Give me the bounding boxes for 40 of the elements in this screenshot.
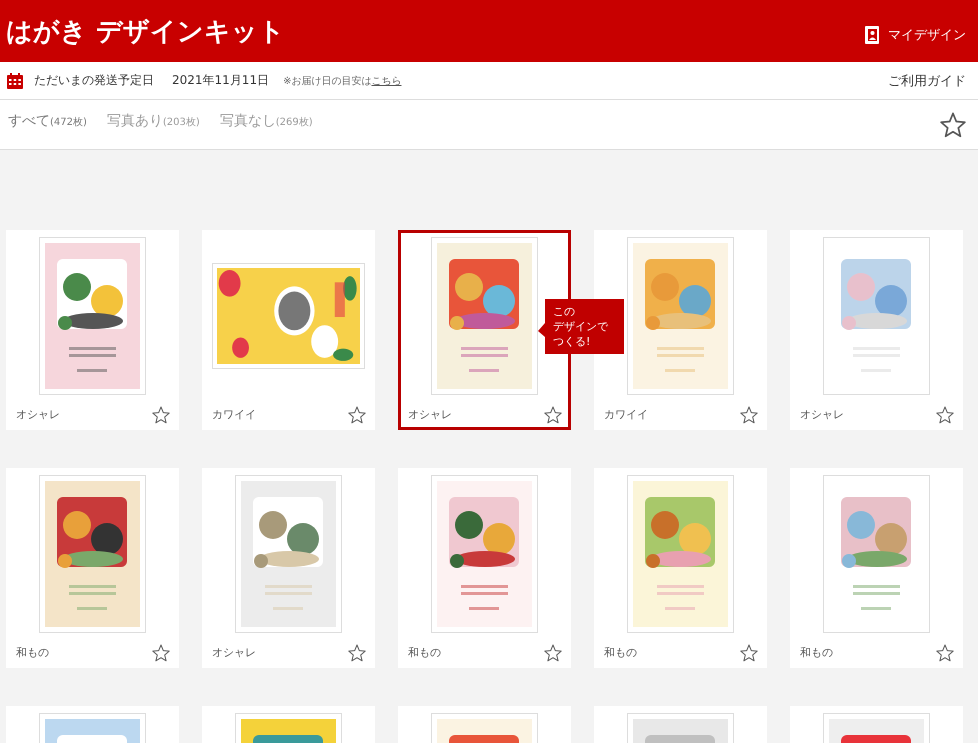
design-card[interactable]: カワイイ bbox=[202, 230, 375, 430]
category-label: 和もの bbox=[604, 645, 637, 660]
category-label: オシャレ bbox=[800, 407, 844, 422]
favorite-star-icon[interactable] bbox=[348, 406, 366, 424]
category-label: カワイイ bbox=[212, 407, 256, 422]
shipping-date-label: ただいまの発送予定日 bbox=[34, 72, 154, 89]
guide-link[interactable]: ご利用ガイド bbox=[888, 72, 966, 90]
filter-tab[interactable]: すべて(472枚) bbox=[8, 112, 87, 130]
category-label: 和もの bbox=[16, 645, 49, 660]
create-tooltip[interactable]: この デザインで つくる! bbox=[538, 299, 624, 354]
category-label: オシャレ bbox=[16, 407, 60, 422]
shipping-date: 2021年11月11日 bbox=[172, 72, 270, 89]
my-design-link[interactable]: マイデザイン bbox=[864, 25, 966, 45]
favorite-star-icon[interactable] bbox=[936, 644, 954, 662]
favorite-star-icon[interactable] bbox=[152, 644, 170, 662]
category-label: 和もの bbox=[408, 645, 441, 660]
delivery-note: ※お届け日の目安はこちら bbox=[283, 74, 402, 88]
design-card[interactable]: 和もの bbox=[398, 468, 571, 668]
category-label: オシャレ bbox=[408, 407, 452, 422]
category-label: 和もの bbox=[800, 645, 833, 660]
favorite-star-icon[interactable] bbox=[544, 406, 562, 424]
favorite-star-icon[interactable] bbox=[740, 406, 758, 424]
favorite-star-icon[interactable] bbox=[740, 644, 758, 662]
category-label: カワイイ bbox=[604, 407, 648, 422]
favorites-star-icon[interactable] bbox=[940, 112, 966, 138]
design-card[interactable]: オシャレ bbox=[202, 468, 375, 668]
design-card[interactable]: 和もの bbox=[6, 468, 179, 668]
calendar-icon bbox=[6, 72, 24, 90]
design-card[interactable]: 和もの bbox=[594, 468, 767, 668]
notebook-icon bbox=[864, 25, 880, 45]
design-card[interactable]: オシャレ bbox=[790, 230, 963, 430]
favorite-star-icon[interactable] bbox=[544, 644, 562, 662]
category-label: オシャレ bbox=[212, 645, 256, 660]
design-card[interactable]: オシャレ bbox=[6, 230, 179, 430]
delivery-link[interactable]: こちら bbox=[371, 76, 402, 86]
favorite-star-icon[interactable] bbox=[936, 406, 954, 424]
design-card[interactable]: 和もの bbox=[790, 468, 963, 668]
favorite-star-icon[interactable] bbox=[152, 406, 170, 424]
favorite-star-icon[interactable] bbox=[348, 644, 366, 662]
site-title[interactable]: はがき デザインキット bbox=[6, 14, 286, 48]
